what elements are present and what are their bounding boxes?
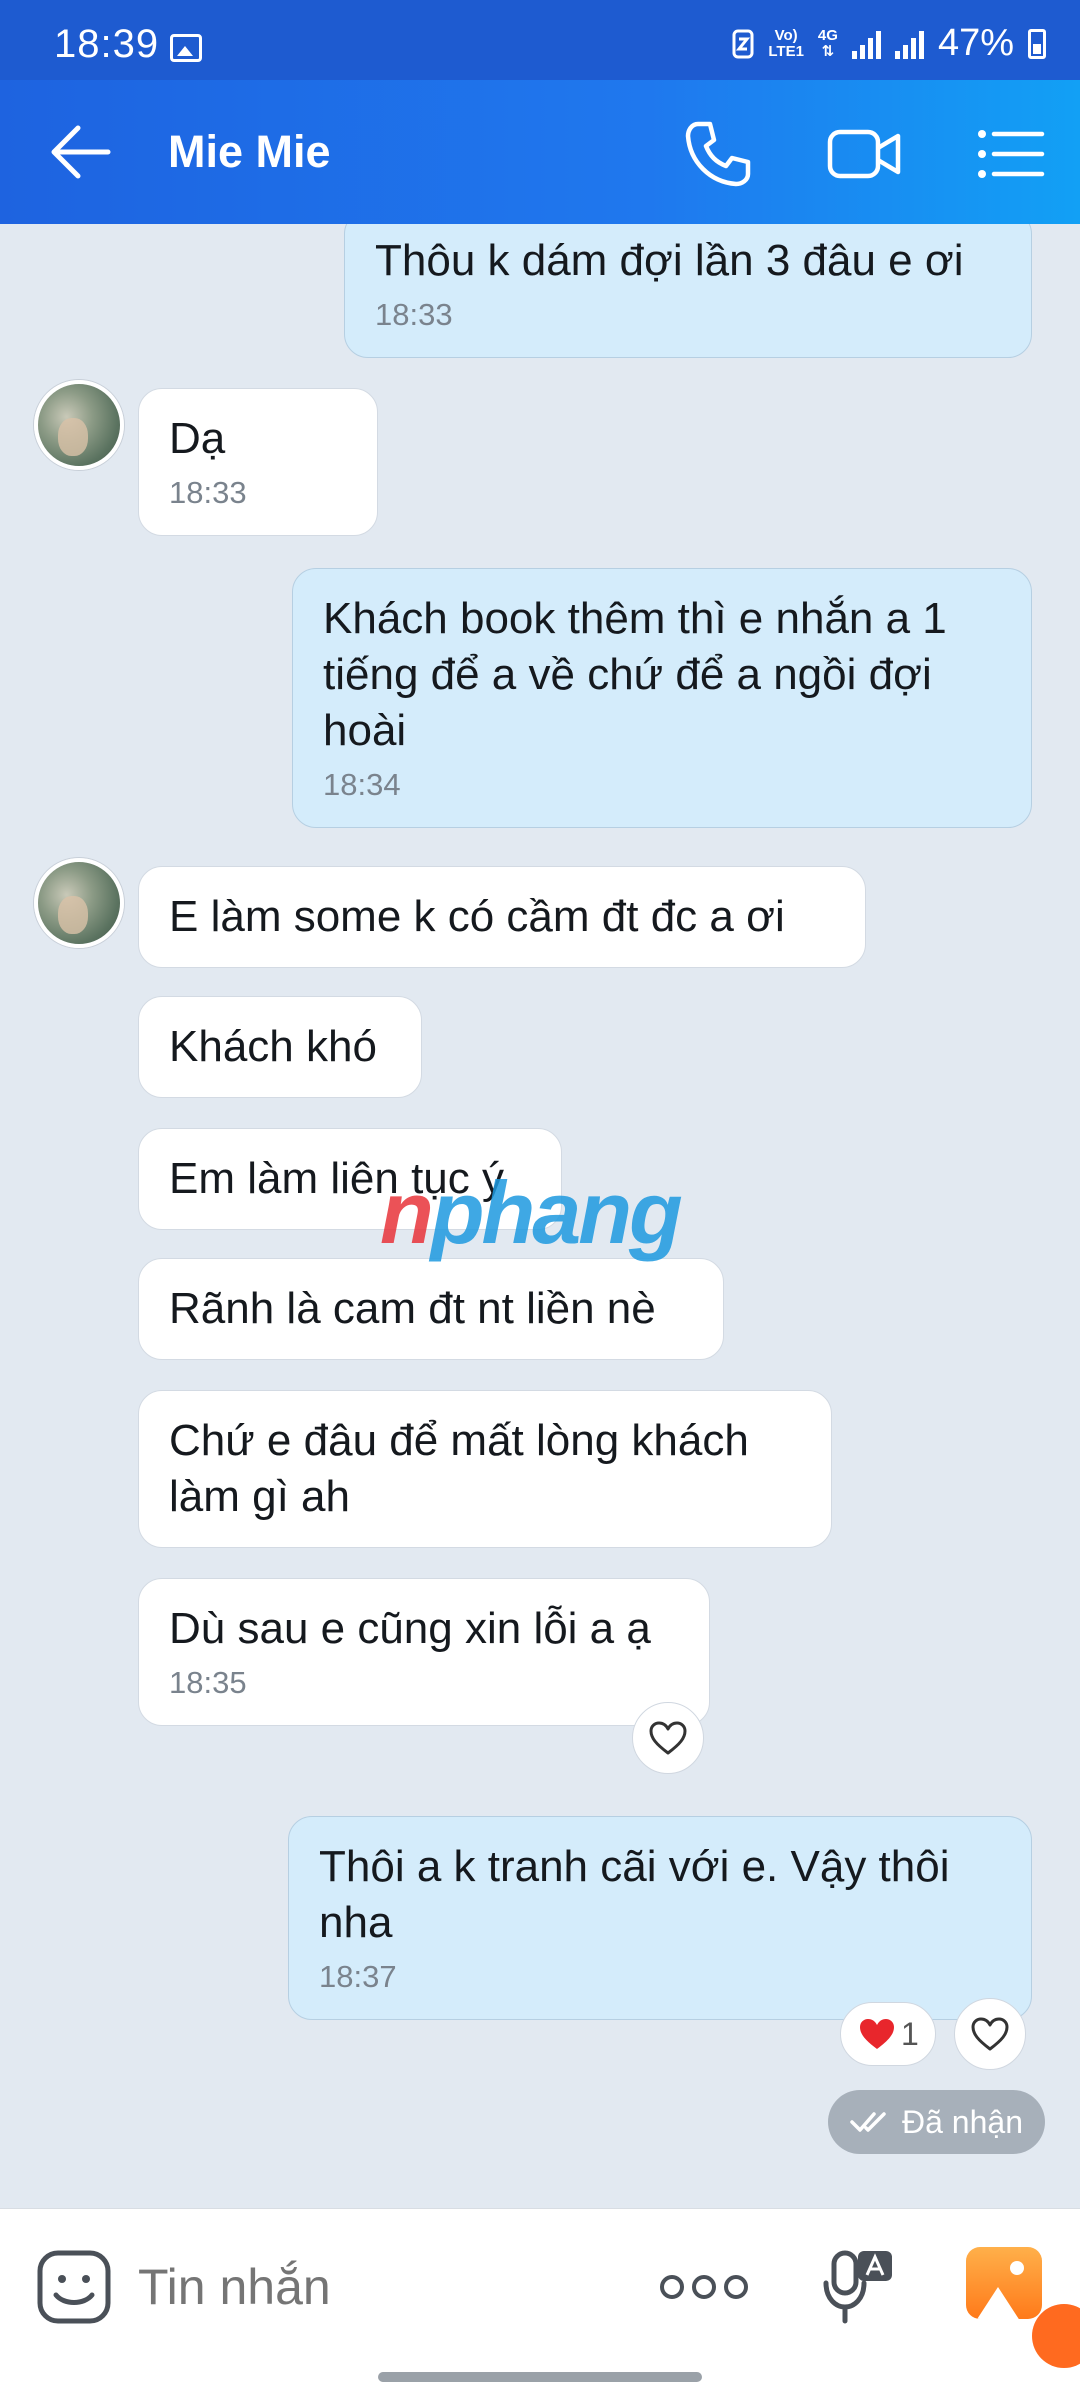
heart-outline-icon	[971, 2017, 1009, 2051]
volte-indicator: Vo) LTE1	[768, 26, 804, 60]
image-gallery-icon[interactable]	[966, 2247, 1042, 2319]
avatar[interactable]	[34, 858, 124, 948]
more-options-icon[interactable]	[660, 2269, 748, 2305]
gallery-notification-icon	[170, 34, 202, 62]
double-check-icon	[850, 2112, 886, 2132]
status-time: 18:39	[54, 22, 160, 66]
avatar[interactable]	[34, 380, 124, 470]
message-text: Thôu k dám đợi lần 3 đâu e ơi	[375, 236, 964, 285]
menu-list-icon[interactable]	[972, 116, 1048, 192]
message-text: Thôi a k tranh cãi với e. Vậy thôi nha	[319, 1842, 950, 1947]
nfc-icon	[732, 29, 754, 58]
reaction-count-badge[interactable]: 1	[840, 2002, 936, 2066]
message-time: 18:34	[323, 767, 401, 802]
message-bubble-outgoing[interactable]: Khách book thêm thì e nhắn a 1 tiếng để …	[292, 568, 1032, 828]
delivery-status: Đã nhận	[828, 2090, 1045, 2154]
signal-1-icon	[851, 29, 881, 59]
message-time: 18:35	[169, 1665, 247, 1700]
heart-filled-icon	[860, 2019, 894, 2049]
react-heart-button[interactable]	[632, 1702, 704, 1774]
message-bubble-outgoing[interactable]: Thôi a k tranh cãi với e. Vậy thôi nha 1…	[288, 1816, 1032, 2020]
message-input[interactable]	[138, 2255, 638, 2319]
voice-text-mic-icon[interactable]	[820, 2247, 896, 2327]
message-text: Dạ	[169, 414, 226, 463]
react-heart-button[interactable]	[954, 1998, 1026, 2070]
message-text: Chứ e đâu để mất lòng khách làm gì ah	[169, 1416, 749, 1521]
message-bubble-incoming[interactable]: Khách khó	[138, 996, 422, 1098]
network-type-label: 4G	[817, 26, 838, 44]
message-bubble-incoming[interactable]: Dù sau e cũng xin lỗi a ạ 18:35	[138, 1578, 710, 1726]
message-text: Khách book thêm thì e nhắn a 1 tiếng để …	[323, 594, 947, 755]
message-text: Rãnh là cam đt nt liền nè	[169, 1284, 656, 1333]
heart-outline-icon	[649, 1721, 687, 1755]
message-time: 18:33	[169, 475, 247, 510]
lte-label: LTE1	[768, 42, 804, 60]
message-bubble-incoming[interactable]: E làm some k có cầm đt đc a ơi	[138, 866, 866, 968]
status-bar: 18:39 Vo) LTE1 4G ⇅ 47%	[0, 0, 1080, 80]
message-text: Khách khó	[169, 1022, 377, 1071]
signal-2-icon	[894, 29, 924, 59]
video-call-icon[interactable]	[826, 116, 902, 192]
message-text: E làm some k có cầm đt đc a ơi	[169, 892, 785, 941]
message-text: Dù sau e cũng xin lỗi a ạ	[169, 1604, 651, 1653]
battery-icon	[1028, 28, 1046, 59]
message-bubble-outgoing[interactable]: Thôu k dám đợi lần 3 đâu e ơi 18:33	[344, 224, 1032, 358]
network-type: 4G ⇅	[817, 26, 838, 60]
battery-percent: 47%	[937, 22, 1014, 64]
message-bubble-incoming[interactable]: Chứ e đâu để mất lòng khách làm gì ah	[138, 1390, 832, 1548]
back-arrow-icon[interactable]	[48, 122, 112, 182]
home-indicator[interactable]	[378, 2372, 702, 2382]
message-bubble-incoming[interactable]: Rãnh là cam đt nt liền nè	[138, 1258, 724, 1360]
emoji-sticker-icon[interactable]	[36, 2249, 112, 2325]
message-time: 18:33	[375, 297, 453, 332]
message-time: 18:37	[319, 1959, 397, 1994]
phone-icon[interactable]	[680, 116, 756, 192]
message-bubble-incoming[interactable]: Dạ 18:33	[138, 388, 378, 536]
volte-label: Vo)	[774, 26, 798, 44]
reaction-count: 1	[901, 2015, 919, 2052]
chat-header: Mie Mie	[0, 80, 1080, 224]
contact-name[interactable]: Mie Mie	[168, 126, 331, 178]
delivery-status-label: Đã nhận	[902, 2103, 1023, 2140]
watermark-logo: nphang	[380, 1163, 683, 1262]
